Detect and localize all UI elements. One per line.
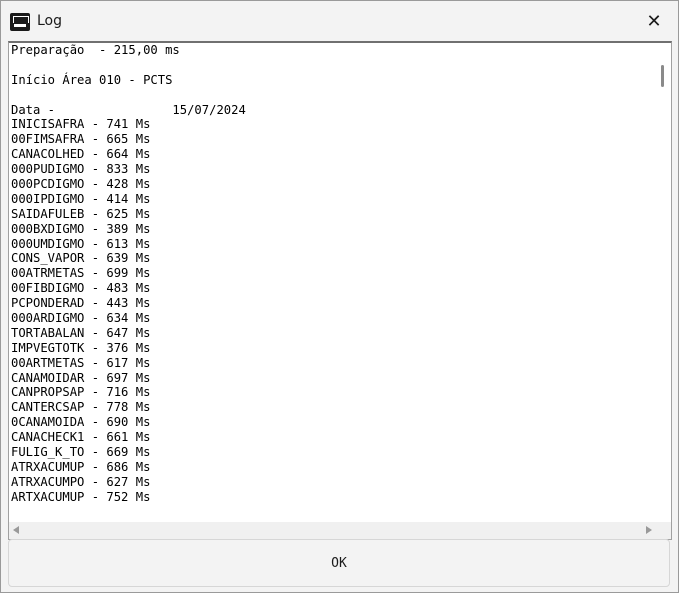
log-line: Data - 15/07/2024 <box>11 102 246 117</box>
scroll-right-arrow-icon[interactable] <box>646 526 652 534</box>
log-line: 000BXDIGMO - 389 Ms <box>11 221 151 236</box>
vertical-scrollbar[interactable] <box>654 43 671 519</box>
log-line: 00FIBDIGMO - 483 Ms <box>11 281 151 296</box>
log-content: Preparação - 215,00 ms Início Área 010 - … <box>11 43 651 513</box>
log-line: CANTERCSAP - 778 Ms <box>11 400 151 415</box>
log-line: FULIG_K_TO - 669 Ms <box>11 445 151 460</box>
log-line: ATRXACUMUP - 686 Ms <box>11 459 151 474</box>
log-line: 00ATRMETAS - 699 Ms <box>11 266 151 281</box>
window-title: Log <box>37 13 63 29</box>
log-line: Início Área 010 - PCTS <box>11 72 173 87</box>
vertical-scroll-thumb[interactable] <box>661 65 664 87</box>
log-line: Preparação - 215,00 ms <box>11 43 180 57</box>
ok-button[interactable]: OK <box>8 539 670 587</box>
app-logo-icon <box>10 13 30 31</box>
close-button[interactable]: ✕ <box>630 1 678 41</box>
title-bar: Log ✕ <box>1 1 678 41</box>
log-line: 00ARTMETAS - 617 Ms <box>11 355 151 370</box>
log-line: 00FIMSAFRA - 665 Ms <box>11 132 151 147</box>
log-dialog: Log ✕ Preparação - 215,00 ms Início Área … <box>0 0 679 593</box>
log-text-area[interactable]: Preparação - 215,00 ms Início Área 010 - … <box>8 41 672 540</box>
log-line: TORTABALAN - 647 Ms <box>11 325 151 340</box>
log-line: 000PCDIGMO - 428 Ms <box>11 177 151 192</box>
log-line: 0CANAMOIDA - 690 Ms <box>11 415 151 430</box>
log-line: CANAMOIDAR - 697 Ms <box>11 370 151 385</box>
log-line: IMPVEGTOTK - 376 Ms <box>11 340 151 355</box>
scroll-left-arrow-icon[interactable] <box>13 526 19 534</box>
scroll-corner <box>654 522 671 539</box>
log-line: INICISAFRA - 741 Ms <box>11 117 151 132</box>
log-line: CANACHECK1 - 661 Ms <box>11 430 151 445</box>
horizontal-scrollbar[interactable] <box>9 522 654 539</box>
log-line: 000UMDIGMO - 613 Ms <box>11 236 151 251</box>
log-line: SAIDAFULEB - 625 Ms <box>11 206 151 221</box>
log-line: PCPONDERAD - 443 Ms <box>11 296 151 311</box>
close-icon: ✕ <box>646 10 662 32</box>
log-line: 000PUDIGMO - 833 Ms <box>11 162 151 177</box>
log-line: CONS_VAPOR - 639 Ms <box>11 251 151 266</box>
log-line: CANACOLHED - 664 Ms <box>11 147 151 162</box>
log-line: 000IPDIGMO - 414 Ms <box>11 191 151 206</box>
log-line: ARTXACUMUP - 752 Ms <box>11 489 151 504</box>
log-line: ATRXACUMPO - 627 Ms <box>11 474 151 489</box>
log-line: CANPROPSAP - 716 Ms <box>11 385 151 400</box>
log-line: 000ARDIGMO - 634 Ms <box>11 311 151 326</box>
